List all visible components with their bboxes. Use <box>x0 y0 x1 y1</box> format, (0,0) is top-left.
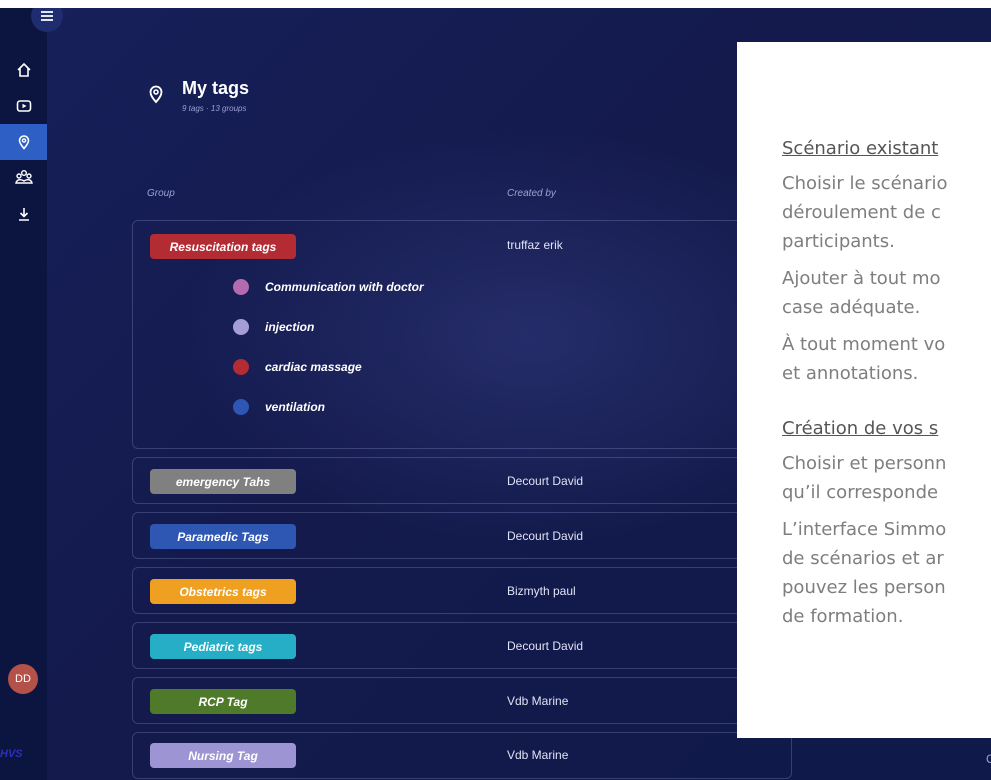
column-header-created-by: Created by <box>507 188 556 199</box>
table-row[interactable]: Pediatric tags Decourt David <box>132 622 792 669</box>
sidebar: DD HVS <box>0 8 47 780</box>
table-row[interactable]: Obstetrics tags Bizmyth paul <box>132 567 792 614</box>
group-creator: truffaz erik <box>507 238 563 252</box>
info-panel: Scénario existant Choisir le scénario dé… <box>737 42 991 738</box>
video-icon[interactable] <box>0 88 47 124</box>
panel-text: L’interface Simmo de scénarios et ar pou… <box>782 519 947 627</box>
table-row[interactable]: Nursing Tag Vdb Marine <box>132 732 792 779</box>
group-creator: Decourt David <box>507 639 584 653</box>
group-creator: Vdb Marine <box>507 748 569 762</box>
column-header-group: Group <box>147 188 175 199</box>
group-tag-pill[interactable]: Nursing Tag <box>150 743 296 768</box>
group-creator: Bizmyth paul <box>507 584 576 598</box>
group-creator: Decourt David <box>507 529 584 543</box>
tag-color-dot <box>233 399 249 415</box>
tag-label: injection <box>265 320 315 334</box>
brand-logo: HVS <box>0 748 23 760</box>
tag-color-dot <box>233 359 249 375</box>
list-item[interactable]: ventilation <box>233 399 325 415</box>
group-creator: Decourt David <box>507 474 584 488</box>
panel-text: Ajouter à tout mo case adéquate. <box>782 268 941 318</box>
map-pin-icon[interactable] <box>0 124 47 160</box>
group-tag-pill[interactable]: Resuscitation tags <box>150 234 296 259</box>
map-pin-icon <box>148 84 164 109</box>
section-heading: Scénario existant <box>782 138 939 159</box>
table-row[interactable]: emergency Tahs Decourt David <box>132 457 792 504</box>
tag-color-dot <box>233 319 249 335</box>
user-group-icon[interactable] <box>0 160 47 196</box>
tag-color-dot <box>233 279 249 295</box>
list-item[interactable]: Communication with doctor <box>233 279 424 295</box>
table-row[interactable]: Resuscitation tags truffaz erik Communic… <box>132 220 792 449</box>
list-item[interactable]: injection <box>233 319 314 335</box>
panel-text: Choisir le scénario déroulement de c par… <box>782 173 948 252</box>
tag-label: ventilation <box>265 400 326 414</box>
section-heading: Création de vos s <box>782 418 939 439</box>
page-subtitle: 9 tags · 13 groups <box>182 104 247 113</box>
avatar[interactable]: DD <box>8 664 38 694</box>
download-icon[interactable] <box>0 196 47 232</box>
group-tag-pill[interactable]: emergency Tahs <box>150 469 296 494</box>
page-title: My tags <box>182 78 250 98</box>
panel-text: Choisir et personn qu’il corresponde <box>782 453 947 503</box>
group-creator: Vdb Marine <box>507 694 569 708</box>
group-tag-pill[interactable]: Pediatric tags <box>150 634 296 659</box>
tag-label: cardiac massage <box>265 360 362 374</box>
home-icon[interactable] <box>0 52 47 88</box>
list-item[interactable]: cardiac massage <box>233 359 362 375</box>
group-tag-pill[interactable]: RCP Tag <box>150 689 296 714</box>
table-row[interactable]: Paramedic Tags Decourt David <box>132 512 792 559</box>
truncated-text: C <box>986 752 991 766</box>
tag-label: Communication with doctor <box>265 280 424 294</box>
group-tag-pill[interactable]: Paramedic Tags <box>150 524 296 549</box>
table-row[interactable]: RCP Tag Vdb Marine <box>132 677 792 724</box>
group-tag-pill[interactable]: Obstetrics tags <box>150 579 296 604</box>
panel-text: À tout moment vo et annotations. <box>782 334 946 384</box>
